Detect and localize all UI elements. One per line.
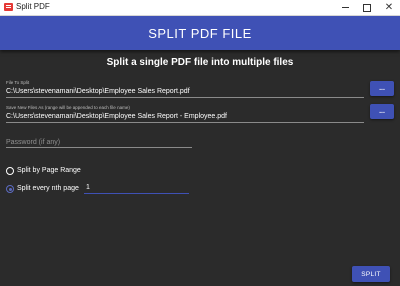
minimize-button[interactable] (334, 0, 356, 15)
app-header: SPLIT PDF FILE (0, 16, 400, 50)
header-title: SPLIT PDF FILE (148, 25, 252, 41)
browse-file-button[interactable]: ... (370, 81, 394, 96)
nth-page-label[interactable]: Split every nth page (17, 185, 79, 192)
save-as-underline (6, 122, 364, 123)
page-range-radio[interactable] (6, 167, 14, 175)
window-title: Split PDF (16, 2, 50, 11)
nth-page-input[interactable]: 1 (86, 184, 90, 191)
pdf-app-icon (4, 3, 13, 11)
split-button[interactable]: SPLIT (352, 266, 390, 282)
close-icon: ✕ (384, 1, 394, 13)
nth-page-radio[interactable] (6, 185, 14, 193)
page-subtitle: Split a single PDF file into multiple fi… (106, 57, 294, 68)
save-as-label: Save New Files As (range will be appende… (6, 105, 130, 110)
password-field[interactable]: Password (if any) (6, 139, 60, 146)
file-to-split-input[interactable]: C:\Users\stevenamani\Desktop\Employee Sa… (6, 88, 190, 95)
maximize-icon (363, 3, 371, 12)
nth-page-underline (84, 193, 189, 194)
password-underline (6, 147, 192, 148)
maximize-button[interactable] (356, 0, 378, 15)
file-to-split-label: File To Split (6, 80, 30, 85)
save-as-input[interactable]: C:\Users\stevenamani\Desktop\Employee Sa… (6, 113, 227, 120)
file-to-split-underline (6, 97, 364, 98)
browse-save-button[interactable]: ... (370, 104, 394, 119)
close-button[interactable]: ✕ (378, 0, 400, 15)
window-titlebar: Split PDF ✕ (0, 0, 400, 16)
page-range-label[interactable]: Split by Page Range (17, 167, 81, 174)
minimize-icon (341, 7, 349, 8)
